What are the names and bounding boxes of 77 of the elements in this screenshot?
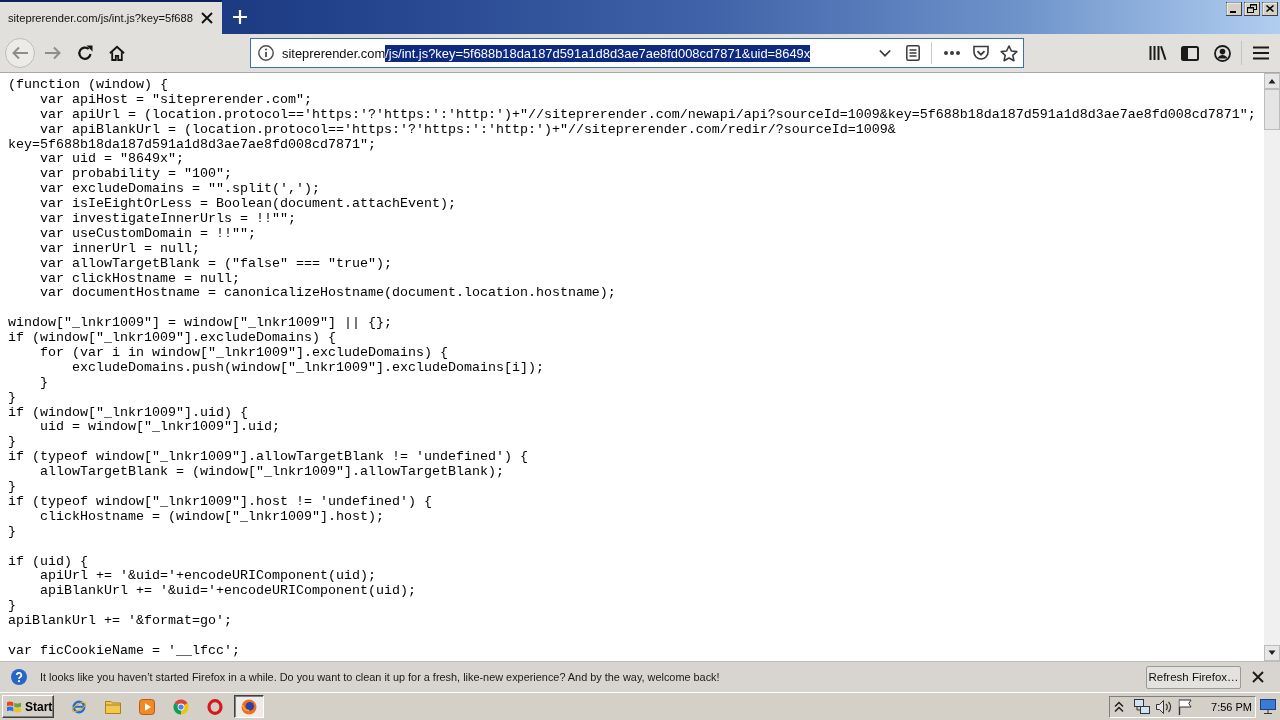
menu-icon[interactable] [1253,46,1269,60]
chevron-down-icon[interactable] [879,47,891,59]
code-line: } [8,598,16,614]
close-icon[interactable] [201,12,213,24]
scroll-up-icon[interactable] [1264,73,1280,89]
code-line: if (window["_lnkr1009"].uid) { [8,404,248,420]
star-icon[interactable] [1000,44,1018,62]
clock: 7:56 PM [1211,700,1252,713]
ring-icon [207,698,223,715]
pocket-icon[interactable] [973,45,989,61]
code-line: } [8,389,16,405]
code-line: allowTargetBlank = (window["_lnkr1009"].allowTargetBlank); [40,464,504,480]
code-line: } [40,374,48,390]
code-line: var documentHostname = canonicalizeHostname(document.location.hostname); [40,285,616,301]
restore-icon[interactable] [1244,2,1260,16]
code-line: if (typeof window["_lnkr1009"].allowTargetBlank != 'undefined') { [8,449,528,465]
caret-up-icon[interactable] [1114,700,1125,713]
plus-icon[interactable] [233,10,247,24]
minimize-icon[interactable] [1226,2,1242,16]
code-line: var excludeDomains = "".split(','); [40,181,320,197]
account-icon[interactable] [1214,44,1231,62]
code-line: var innerUrl = null; [40,240,200,256]
code-line: window["_lnkr1009"] = window["_lnkr1009"] || {}; [8,315,392,331]
help-icon [11,669,27,685]
folder-icon [105,698,121,715]
code-line: apiBlankUrl += '&format=go'; [8,613,232,629]
code-line: var allowTargetBlank = ("false" === "true"); [40,255,392,271]
code-line: var investigateInnerUrls = !!""; [40,211,296,226]
home-icon[interactable] [109,45,125,61]
segmented-circle-icon [173,698,189,715]
code-line: if (window["_lnkr1009"].excludeDomains) { [8,330,336,346]
close-icon[interactable] [1262,2,1278,16]
scroll-down-icon[interactable] [1264,645,1280,661]
code-line: clickHostname = (window["_lnkr1009"].host); [40,508,384,524]
orb-icon [241,698,257,715]
library-icon[interactable] [1149,45,1167,61]
code-line: var clickHostname = null; [40,270,240,286]
code-line: if (uid) { [8,553,88,569]
code-line: uid = window["_lnkr1009"].uid; [40,419,280,435]
code-line: var isIeEightOrLess = Boolean(document.attachEvent); [40,196,456,212]
refresh-button[interactable]: Refresh Firefox… [1146,665,1241,689]
code-line: var apiBlankUrl = (location.protocol=='https:'?'https:':'http:')+"//siteprerender.com/redir/?sourceId=1009& [40,121,896,137]
notification-message: It looks like you haven’t started Firefox in a while. Do you want to clean it up for a fresh, like-new experience? And by the way, welcome back! [40,671,720,683]
code-line: excludeDomains.push(window["_lnkr1009"].excludeDomains[i]); [72,359,544,375]
code-line: for (var i in window["_lnkr1009"].excludeDomains) { [40,345,448,361]
play-icon [139,698,155,715]
code-line: var probability = "100"; [40,166,232,182]
code-line: var useCustomDomain = !!""; [40,225,256,241]
code-line: var ficCookieName = '__lfcc'; [8,642,240,658]
flag-icon[interactable] [1178,698,1193,715]
page-icon[interactable] [906,45,920,61]
code-line: } [8,434,16,450]
reload-icon[interactable] [77,45,93,61]
network-icon[interactable] [1134,698,1151,715]
code-line: var apiHost = "siteprerender.com"; [40,91,312,107]
taskbar-button[interactable] [234,695,264,718]
url-text: /js/int.js?key=5f688b18da187d591a1d8d3ae7ae8fd008cd7871&uid=8649x [385,44,811,62]
start-button[interactable]: Start [2,695,54,718]
code-line: var uid = "8649x"; [40,151,184,167]
tab[interactable]: siteprerender.com/js/int.js?key=5f688 [0,0,222,34]
info-icon[interactable] [258,45,274,61]
code-line: } [8,523,16,539]
monitor-icon[interactable] [1260,699,1276,714]
code-line: } [8,479,16,495]
code-line: key=5f688b18da187d591a1d8d3ae7ae8fd008cd7871"; [8,136,376,152]
globe-icon [71,698,87,715]
sidebar-icon[interactable] [1181,45,1199,61]
code-line: apiUrl += '&uid='+encodeURIComponent(uid); [40,568,376,584]
code-line: var apiUrl = (location.protocol=='https:'?'https:':'http:')+"//siteprerender.com/newapi/api?sourceId=1009&key=5f688b18da187d591a1d8d3ae7ae8fd008cd7871"; [40,106,1256,122]
speaker-icon[interactable] [1156,698,1173,715]
waving-flag-icon [6,699,22,714]
code-line: (function (window) { [8,77,168,92]
more-icon[interactable] [944,51,960,55]
code-line: if (typeof window["_lnkr1009"].host != 'undefined') { [8,493,432,509]
scrollbar-thumb[interactable] [1264,89,1280,130]
close-icon[interactable] [1252,671,1264,683]
code-line: apiBlankUrl += '&uid='+encodeURIComponent(uid); [40,583,416,599]
